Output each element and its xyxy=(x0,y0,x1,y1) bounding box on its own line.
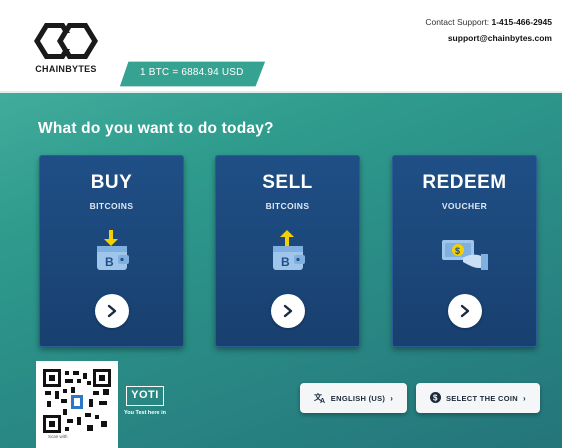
redeem-voucher-card[interactable]: REDEEM VOUCHER $ xyxy=(392,155,537,347)
card-title: BUY xyxy=(90,172,133,193)
header: CHAINBYTES Contact Support: 1-415-466-29… xyxy=(0,0,562,93)
brand-logo: CHAINBYTES xyxy=(26,20,106,78)
chainbytes-logo-icon xyxy=(34,23,98,59)
svg-text:$: $ xyxy=(433,393,438,402)
exchange-rate: 1 BTC = 6884.94 USD xyxy=(140,67,244,78)
exchange-rate-tab: 1 BTC = 6884.94 USD xyxy=(118,60,268,88)
translate-icon: 文 A xyxy=(314,392,326,405)
card-title: REDEEM xyxy=(422,172,507,193)
atm-screen: CHAINBYTES Contact Support: 1-415-466-29… xyxy=(0,0,562,448)
svg-text:B: B xyxy=(105,255,114,269)
page-prompt: What do you want to do today? xyxy=(38,120,274,137)
card-subtitle: BITCOINS xyxy=(89,201,134,211)
yoti-caption: You Test here in xyxy=(124,410,166,416)
language-label: ENGLISH (US) xyxy=(330,393,386,403)
sell-bitcoins-card[interactable]: SELL BITCOINS B xyxy=(215,155,360,347)
support-email: support@chainbytes.com xyxy=(447,33,552,43)
card-subtitle: VOUCHER xyxy=(441,201,488,211)
wallet-send-icon: B xyxy=(264,228,312,276)
qr-code-icon xyxy=(43,369,111,433)
contact-label: Contact Support: xyxy=(425,17,490,27)
support-contact: Contact Support: 1-415-466-2945 support@… xyxy=(425,14,552,46)
cash-in-hand-icon: $ xyxy=(441,228,489,276)
chevron-right-icon xyxy=(107,304,116,318)
select-coin-label: SELECT THE COIN xyxy=(446,393,519,403)
dollar-coin-icon: $ xyxy=(430,391,441,405)
svg-text:$: $ xyxy=(455,246,460,256)
support-phone: 1-415-466-2945 xyxy=(491,17,553,27)
svg-text:B: B xyxy=(281,255,290,269)
qr-caption: Scan with xyxy=(48,434,68,439)
yoti-qr-code[interactable]: Scan with xyxy=(36,361,118,448)
buy-bitcoins-card[interactable]: BUY BITCOINS B xyxy=(39,155,184,347)
wallet-receive-icon: B xyxy=(88,228,136,276)
svg-text:A: A xyxy=(320,398,325,403)
language-button[interactable]: 文 A ENGLISH (US) › xyxy=(300,383,407,413)
buy-go-button[interactable] xyxy=(94,294,129,328)
chevron-right-icon xyxy=(460,304,469,318)
chevron-right-icon: › xyxy=(390,393,394,403)
chevron-right-icon xyxy=(283,304,292,318)
sell-go-button[interactable] xyxy=(270,294,305,328)
card-subtitle: BITCOINS xyxy=(265,201,310,211)
brand-name: CHAINBYTES xyxy=(35,64,97,74)
select-coin-button[interactable]: $ SELECT THE COIN › xyxy=(416,383,540,413)
yoti-logo: YOTI xyxy=(126,386,164,406)
redeem-go-button[interactable] xyxy=(447,294,482,328)
card-title: SELL xyxy=(262,172,313,193)
chevron-right-icon: › xyxy=(523,393,526,403)
